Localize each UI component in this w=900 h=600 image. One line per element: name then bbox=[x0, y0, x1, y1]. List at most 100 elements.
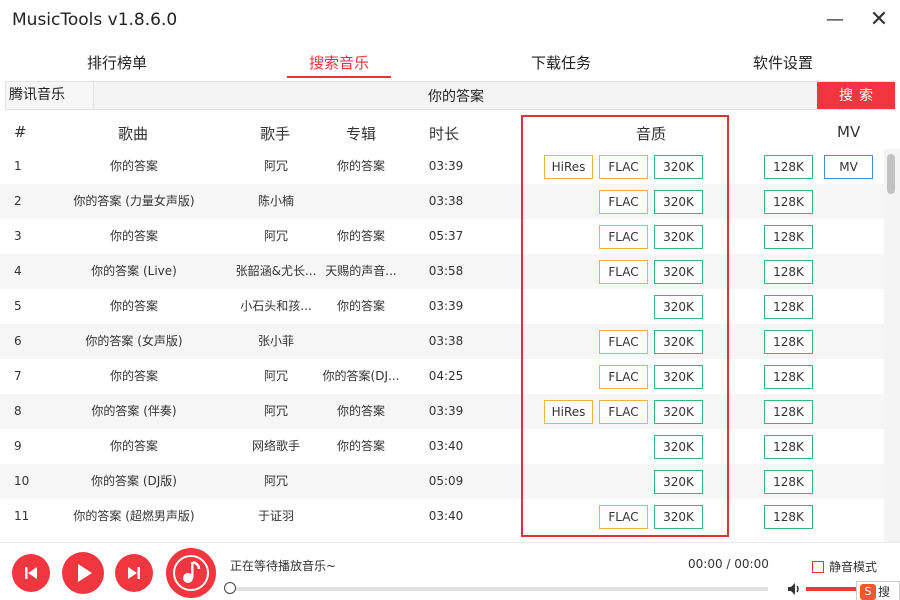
song-title[interactable]: 你的答案 (超燃男声版) bbox=[44, 499, 224, 534]
download-320k-button[interactable]: 320K bbox=[654, 505, 703, 529]
tab-charts[interactable]: 排行榜单 bbox=[87, 52, 147, 73]
artist-name[interactable]: 阿冗 bbox=[226, 464, 326, 499]
search-input[interactable] bbox=[95, 82, 817, 109]
song-title[interactable]: 你的答案 (DJ版) bbox=[44, 464, 224, 499]
download-128k-button[interactable]: 128K bbox=[764, 225, 813, 249]
download-128k-button[interactable]: 128K bbox=[764, 470, 813, 494]
download-flac-button[interactable]: FLAC bbox=[599, 400, 648, 424]
progress-bar[interactable] bbox=[230, 587, 768, 591]
download-128k-button[interactable]: 128K bbox=[764, 295, 813, 319]
table-row[interactable]: 9 你的答案 网络歌手 你的答案 03:40 320K 128K bbox=[0, 429, 884, 464]
header-artist: 歌手 bbox=[260, 125, 291, 143]
download-mv-button[interactable]: MV bbox=[824, 155, 873, 179]
search-button[interactable]: 搜索 bbox=[817, 82, 895, 109]
scrollbar-thumb[interactable] bbox=[887, 154, 895, 194]
album-name[interactable] bbox=[318, 499, 404, 534]
tab-settings[interactable]: 软件设置 bbox=[753, 52, 813, 73]
song-title[interactable]: 你的答案 (Live) bbox=[44, 254, 224, 289]
download-128k-button[interactable]: 128K bbox=[764, 400, 813, 424]
artist-name[interactable]: 陈小楠 bbox=[226, 184, 326, 219]
artist-name[interactable]: 张韶涵&尤长... bbox=[226, 254, 326, 289]
album-name[interactable]: 你的答案 bbox=[318, 394, 404, 429]
download-flac-button[interactable]: FLAC bbox=[599, 260, 648, 284]
download-flac-button[interactable]: FLAC bbox=[599, 365, 648, 389]
download-320k-button[interactable]: 320K bbox=[654, 330, 703, 354]
play-button[interactable] bbox=[62, 552, 104, 594]
table-row[interactable]: 7 你的答案 阿冗 你的答案(DJ... 04:25 FLAC 320K 128K bbox=[0, 359, 884, 394]
table-row[interactable]: 3 你的答案 阿冗 你的答案 05:37 FLAC 320K 128K bbox=[0, 219, 884, 254]
download-320k-button[interactable]: 320K bbox=[654, 365, 703, 389]
scrollbar-track[interactable] bbox=[884, 149, 900, 542]
download-flac-button[interactable]: FLAC bbox=[599, 505, 648, 529]
album-name[interactable]: 你的答案(DJ... bbox=[318, 359, 404, 394]
album-name[interactable] bbox=[318, 464, 404, 499]
artist-name[interactable]: 阿冗 bbox=[226, 359, 326, 394]
song-title[interactable]: 你的答案 bbox=[44, 429, 224, 464]
artist-name[interactable]: 阿冗 bbox=[226, 219, 326, 254]
table-row[interactable]: 8 你的答案 (伴奏) 阿冗 你的答案 03:39 HiRes FLAC 320K 128K bbox=[0, 394, 884, 429]
download-320k-button[interactable]: 320K bbox=[654, 470, 703, 494]
song-title[interactable]: 你的答案 (伴奏) bbox=[44, 394, 224, 429]
download-flac-button[interactable]: FLAC bbox=[599, 190, 648, 214]
table-row[interactable]: 10 你的答案 (DJ版) 阿冗 05:09 320K 128K bbox=[0, 464, 884, 499]
download-128k-button[interactable]: 128K bbox=[764, 190, 813, 214]
download-320k-button[interactable]: 320K bbox=[654, 155, 703, 179]
download-128k-button[interactable]: 128K bbox=[764, 155, 813, 179]
artist-name[interactable]: 网络歌手 bbox=[226, 429, 326, 464]
song-title[interactable]: 你的答案 bbox=[44, 149, 224, 184]
table-row[interactable]: 11 你的答案 (超燃男声版) 于证羽 03:40 FLAC 320K 128K bbox=[0, 499, 884, 534]
tab-search-music[interactable]: 搜索音乐 bbox=[309, 52, 369, 73]
table-row[interactable]: 6 你的答案 (女声版) 张小菲 03:38 FLAC 320K 128K bbox=[0, 324, 884, 359]
download-hires-button[interactable]: HiRes bbox=[544, 155, 593, 179]
artist-name[interactable]: 阿冗 bbox=[226, 394, 326, 429]
download-flac-button[interactable]: FLAC bbox=[599, 330, 648, 354]
song-title[interactable]: 你的答案 bbox=[44, 219, 224, 254]
minimize-button[interactable]: — bbox=[820, 6, 850, 34]
album-name[interactable] bbox=[318, 184, 404, 219]
download-128k-button[interactable]: 128K bbox=[764, 505, 813, 529]
music-disc-button[interactable] bbox=[166, 548, 216, 598]
download-128k-button[interactable]: 128K bbox=[764, 330, 813, 354]
music-source-select[interactable]: 腾讯音乐 bbox=[6, 82, 94, 109]
download-320k-button[interactable]: 320K bbox=[654, 400, 703, 424]
table-row[interactable]: 5 你的答案 小石头和孩... 你的答案 03:39 320K 128K bbox=[0, 289, 884, 324]
download-320k-button[interactable]: 320K bbox=[654, 435, 703, 459]
download-128k-button[interactable]: 128K bbox=[764, 435, 813, 459]
song-title[interactable]: 你的答案 (力量女声版) bbox=[44, 184, 224, 219]
album-name[interactable] bbox=[318, 324, 404, 359]
artist-name[interactable]: 张小菲 bbox=[226, 324, 326, 359]
duration: 05:37 bbox=[428, 229, 464, 243]
album-name[interactable]: 你的答案 bbox=[318, 429, 404, 464]
close-button[interactable]: ✕ bbox=[864, 6, 894, 34]
previous-button[interactable] bbox=[12, 554, 50, 592]
download-320k-button[interactable]: 320K bbox=[654, 295, 703, 319]
album-name[interactable]: 天赐的声音... bbox=[318, 254, 404, 289]
next-button[interactable] bbox=[115, 554, 153, 592]
progress-knob[interactable] bbox=[224, 582, 236, 594]
download-320k-button[interactable]: 320K bbox=[654, 190, 703, 214]
song-title[interactable]: 你的答案 bbox=[44, 359, 224, 394]
table-row[interactable]: 4 你的答案 (Live) 张韶涵&尤长... 天赐的声音... 03:58 FLAC 32… bbox=[0, 254, 884, 289]
table-row[interactable]: 1 你的答案 阿冗 你的答案 03:39 HiRes FLAC 320K 128K MV bbox=[0, 149, 884, 184]
artist-name[interactable]: 于证羽 bbox=[226, 499, 326, 534]
duration: 05:09 bbox=[428, 474, 464, 488]
download-flac-button[interactable]: FLAC bbox=[599, 155, 648, 179]
album-name[interactable]: 你的答案 bbox=[318, 149, 404, 184]
song-title[interactable]: 你的答案 (女声版) bbox=[44, 324, 224, 359]
table-row[interactable]: 2 你的答案 (力量女声版) 陈小楠 03:38 FLAC 320K 128K bbox=[0, 184, 884, 219]
download-320k-button[interactable]: 320K bbox=[654, 225, 703, 249]
download-128k-button[interactable]: 128K bbox=[764, 365, 813, 389]
mute-checkbox[interactable] bbox=[812, 561, 824, 573]
download-320k-button[interactable]: 320K bbox=[654, 260, 703, 284]
volume-icon[interactable] bbox=[786, 581, 802, 597]
album-name[interactable]: 你的答案 bbox=[318, 219, 404, 254]
download-flac-button[interactable]: FLAC bbox=[599, 225, 648, 249]
tab-downloads[interactable]: 下载任务 bbox=[531, 52, 591, 73]
row-number: 6 bbox=[14, 334, 22, 348]
artist-name[interactable]: 小石头和孩... bbox=[226, 289, 326, 324]
download-128k-button[interactable]: 128K bbox=[764, 260, 813, 284]
download-hires-button[interactable]: HiRes bbox=[544, 400, 593, 424]
album-name[interactable]: 你的答案 bbox=[318, 289, 404, 324]
song-title[interactable]: 你的答案 bbox=[44, 289, 224, 324]
artist-name[interactable]: 阿冗 bbox=[226, 149, 326, 184]
